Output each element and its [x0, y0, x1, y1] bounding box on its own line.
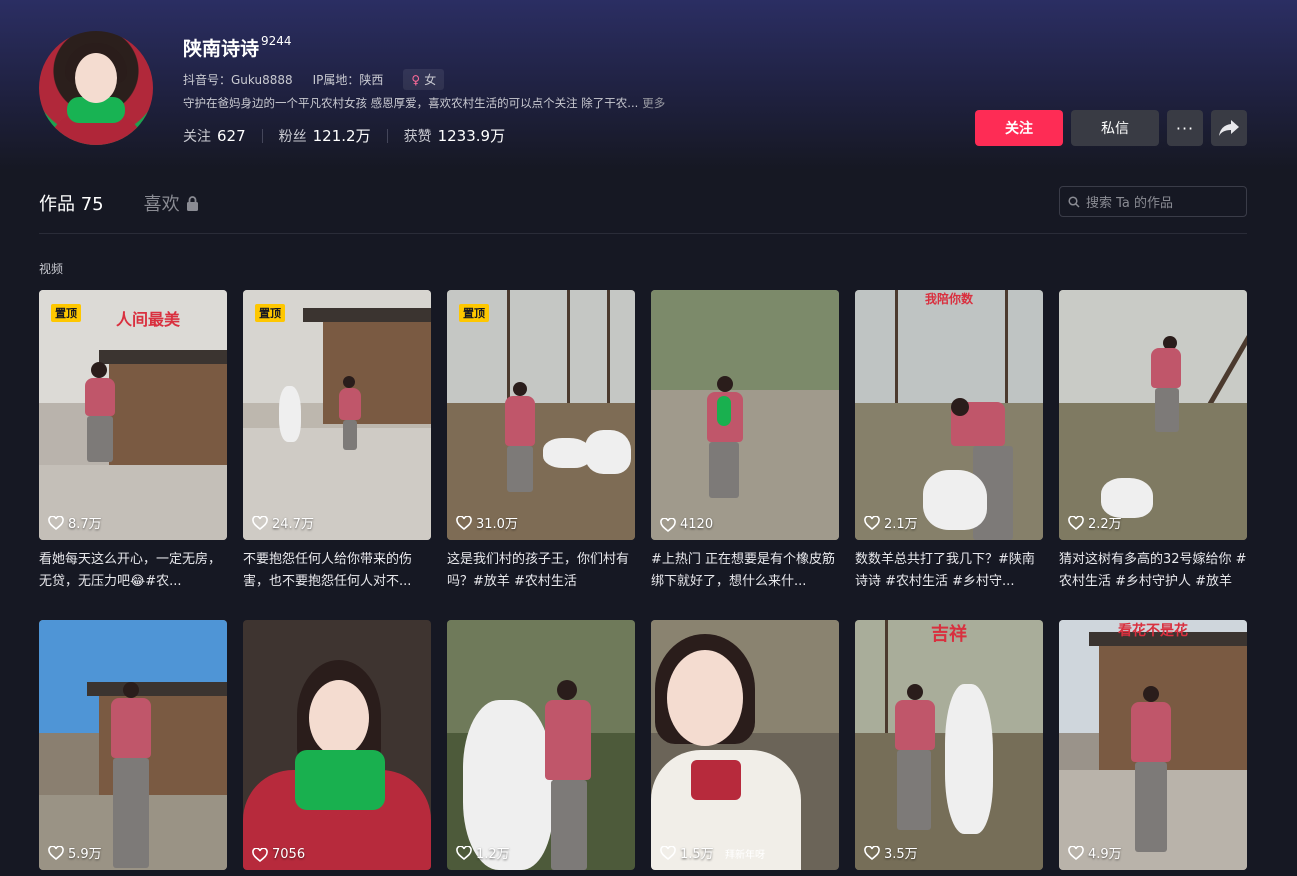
like-count: 8.7万	[48, 513, 102, 532]
video-caption[interactable]: 不要抱怨任何人给你带来的伤害，也不要抱怨任何人对不...	[243, 549, 431, 593]
video-card[interactable]: 5.9万	[39, 620, 227, 870]
video-card[interactable]: 拜新年呀 1.5万	[651, 620, 839, 870]
stat-followers[interactable]: 粉丝 121.2万	[279, 125, 371, 146]
video-card[interactable]: 我陪你数 2.1万 数数羊总共打了我几下？#陕南诗诗 #农村生活 #乡村守...	[855, 290, 1043, 593]
like-count: 4120	[660, 517, 713, 532]
like-count: 24.7万	[252, 513, 314, 532]
video-thumbnail[interactable]: 7056	[243, 620, 431, 870]
search-icon	[1068, 195, 1080, 208]
video-overlay-text: 我陪你数	[924, 292, 973, 306]
video-card[interactable]: 吉祥 3.5万	[855, 620, 1043, 870]
video-card[interactable]: 1.2万	[447, 620, 635, 870]
stat-likes: 获赞 1233.9万	[403, 127, 506, 145]
heart-icon	[660, 845, 676, 860]
video-card[interactable]: 4120 #上热门 正在想要是有个橡皮筋绑下就好了，想什么来什...	[651, 290, 839, 593]
video-thumbnail[interactable]: 2.2万	[1059, 290, 1247, 540]
video-card[interactable]: 人间最美 置顶 8.7万 看她每天这么开心，一定无房，无贷，无压力吧😂#农...	[39, 290, 227, 593]
female-icon: ♀	[411, 72, 421, 87]
profile-meta: 抖音号：Guku8888 IP属地：陕西 ♀ 女	[183, 69, 445, 90]
message-button[interactable]: 私信	[1071, 110, 1159, 146]
like-count: 5.9万	[48, 843, 102, 862]
video-card[interactable]: 7056	[243, 620, 431, 870]
pinned-badge: 置顶	[459, 304, 489, 322]
video-card[interactable]: 看花不是花 4.9万	[1059, 620, 1247, 870]
tab-works[interactable]: 作品 75	[39, 190, 104, 216]
video-thumbnail[interactable]: 4120	[651, 290, 839, 540]
video-caption[interactable]: 这是我们村的孩子王，你们村有吗？#放羊 #农村生活	[447, 549, 635, 593]
stat-following[interactable]: 关注 627	[183, 126, 246, 146]
video-thumbnail[interactable]: 拜新年呀 1.5万	[651, 620, 839, 870]
heart-icon	[252, 515, 268, 530]
level-badge: 9244	[261, 34, 292, 48]
like-count: 4.9万	[1068, 843, 1122, 862]
video-overlay-text: 吉祥	[931, 624, 967, 645]
like-count: 2.1万	[864, 513, 918, 532]
heart-icon	[864, 515, 880, 530]
like-count: 7056	[252, 847, 305, 862]
more-options-button[interactable]: ···	[1167, 110, 1203, 146]
like-count: 31.0万	[456, 513, 518, 532]
avatar[interactable]	[39, 31, 153, 145]
video-caption[interactable]: 猜对这树有多高的32号嫁给你 #农村生活 #乡村守护人 #放羊	[1059, 549, 1247, 593]
heart-icon	[456, 845, 472, 860]
video-caption[interactable]: 数数羊总共打了我几下？#陕南诗诗 #农村生活 #乡村守...	[855, 549, 1043, 593]
heart-icon	[1068, 845, 1084, 860]
heart-icon	[48, 515, 64, 530]
bio: 守护在爸妈身边的一个平凡农村女孩 感恩厚爱，喜欢农村生活的可以点个关注 除了干农…	[183, 96, 666, 110]
video-caption[interactable]: 看她每天这么开心，一定无房，无贷，无压力吧😂#农...	[39, 549, 227, 593]
lock-icon	[186, 195, 198, 211]
video-thumbnail[interactable]: 置顶 31.0万	[447, 290, 635, 540]
like-count: 1.5万	[660, 843, 714, 862]
share-icon	[1219, 120, 1239, 136]
video-thumbnail[interactable]: 置顶 24.7万	[243, 290, 431, 540]
video-thumbnail[interactable]: 看花不是花 4.9万	[1059, 620, 1247, 870]
bio-more-link[interactable]: 更多	[642, 96, 665, 110]
follow-button[interactable]: 关注	[975, 110, 1063, 146]
douyin-id: 抖音号：Guku8888	[183, 73, 293, 87]
video-card[interactable]: 置顶 24.7万 不要抱怨任何人给你带来的伤害，也不要抱怨任何人对不...	[243, 290, 431, 593]
heart-icon	[864, 845, 880, 860]
heart-icon	[48, 845, 64, 860]
like-count: 2.2万	[1068, 513, 1122, 532]
video-thumbnail[interactable]: 人间最美 置顶 8.7万	[39, 290, 227, 540]
video-card[interactable]: 置顶 31.0万 这是我们村的孩子王，你们村有吗？#放羊 #农村生活	[447, 290, 635, 593]
profile-stats: 关注 627 粉丝 121.2万 获赞 1233.9万	[183, 125, 505, 146]
gender-badge: ♀ 女	[403, 69, 445, 90]
video-thumbnail[interactable]: 1.2万	[447, 620, 635, 870]
like-count: 1.2万	[456, 843, 510, 862]
search-input[interactable]: 搜索 Ta 的作品	[1059, 186, 1247, 217]
video-overlay-text: 人间最美	[115, 310, 180, 329]
like-count: 3.5万	[864, 843, 918, 862]
heart-icon	[456, 515, 472, 530]
ip-location: IP属地：陕西	[312, 73, 384, 87]
heart-icon	[1068, 515, 1084, 530]
video-caption[interactable]: #上热门 正在想要是有个橡皮筋绑下就好了，想什么来什...	[651, 549, 839, 593]
profile-tabs: 作品 75 喜欢	[39, 190, 199, 216]
tab-likes[interactable]: 喜欢	[144, 190, 199, 216]
heart-icon	[252, 847, 268, 862]
share-button[interactable]	[1211, 110, 1247, 146]
video-thumbnail[interactable]: 我陪你数 2.1万	[855, 290, 1043, 540]
section-label-videos: 视频	[39, 262, 64, 276]
video-card[interactable]: 2.2万 猜对这树有多高的32号嫁给你 #农村生活 #乡村守护人 #放羊	[1059, 290, 1247, 593]
pinned-badge: 置顶	[51, 304, 81, 322]
tabs-divider	[39, 233, 1247, 234]
pinned-badge: 置顶	[255, 304, 285, 322]
heart-icon	[660, 517, 676, 532]
video-thumbnail[interactable]: 吉祥 3.5万	[855, 620, 1043, 870]
profile-name: 陕南诗诗 9244	[183, 34, 292, 60]
video-overlay-text: 看花不是花	[1118, 623, 1188, 639]
video-thumbnail[interactable]: 5.9万	[39, 620, 227, 870]
